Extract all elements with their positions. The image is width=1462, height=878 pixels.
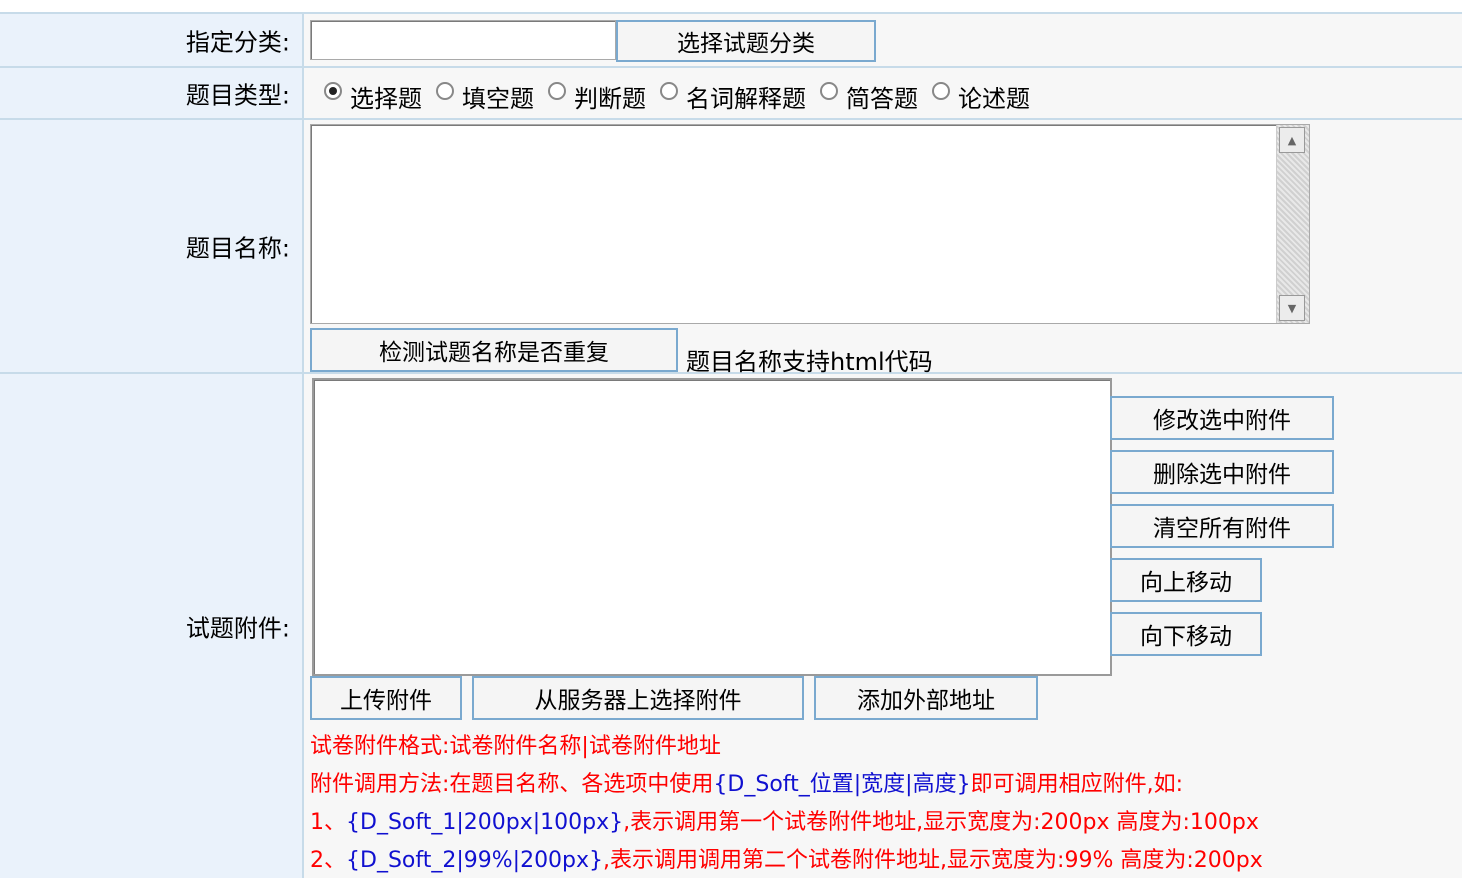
radio-short-answer-dot[interactable] xyxy=(820,82,838,100)
upload-attachment-button[interactable]: 上传附件 xyxy=(310,676,462,720)
type-radio-group: 选择题 填空题 判断题 名词解释题 简答题 论述题 xyxy=(324,68,1044,118)
type-label-cell: 题目类型: xyxy=(0,68,304,118)
attachments-label-cell: 试题附件: xyxy=(0,374,304,878)
category-value-cell: 选择试题分类 xyxy=(304,14,1462,66)
attachments-listbox[interactable] xyxy=(312,378,1112,676)
title-html-hint: 题目名称支持html代码 xyxy=(686,348,933,376)
attachment-example-1: 1、{D_Soft_1|200px|100px},表示调用第一个试卷附件地址,显… xyxy=(310,804,1259,836)
attachment-format-note: 试卷附件格式:试卷附件名称|试卷附件地址 xyxy=(310,734,721,759)
move-down-button[interactable]: 向下移动 xyxy=(1110,612,1262,656)
check-duplicate-title-button[interactable]: 检测试题名称是否重复 xyxy=(310,328,678,372)
example-1-desc: ,表示调用第一个试卷附件地址,显示宽度为:200px 高度为:100px xyxy=(623,810,1259,835)
title-label-cell: 题目名称: xyxy=(0,120,304,372)
example-2-syntax: {D_Soft_2|99%|200px} xyxy=(346,848,604,873)
title-label: 题目名称: xyxy=(185,234,290,263)
radio-essay-label: 论述题 xyxy=(958,84,1030,113)
attachment-usage-note: 附件调用方法:在题目名称、各选项中使用{D_Soft_位置|宽度|高度}即可调用… xyxy=(310,766,1183,798)
add-external-address-button[interactable]: 添加外部地址 xyxy=(814,676,1038,720)
row-category: 指定分类: 选择试题分类 xyxy=(0,14,1462,68)
move-up-button[interactable]: 向上移动 xyxy=(1110,558,1262,602)
radio-term-definition-dot[interactable] xyxy=(660,82,678,100)
radio-choice[interactable]: 选择题 xyxy=(324,73,422,114)
radio-short-answer[interactable]: 简答题 xyxy=(820,73,918,114)
title-textarea-scrollbar[interactable]: ▲ ▼ xyxy=(1276,125,1309,323)
example-2-prefix: 2、 xyxy=(310,848,346,873)
row-type: 题目类型: 选择题 填空题 判断题 名词解释题 简答题 论述题 xyxy=(0,68,1462,120)
edit-selected-attachment-button[interactable]: 修改选中附件 xyxy=(1110,396,1334,440)
radio-true-false-label: 判断题 xyxy=(574,84,646,113)
usage-note-syntax: {D_Soft_位置|宽度|高度} xyxy=(713,772,971,797)
row-title: 题目名称: ▲ ▼ 检测试题名称是否重复 题目名称支持html代码 xyxy=(0,120,1462,376)
example-1-syntax: {D_Soft_1|200px|100px} xyxy=(346,810,624,835)
attachment-example-2: 2、{D_Soft_2|99%|200px},表示调用调用第二个试卷附件地址,显… xyxy=(310,842,1263,874)
radio-essay[interactable]: 论述题 xyxy=(932,73,1030,114)
scroll-up-icon[interactable]: ▲ xyxy=(1279,127,1305,153)
radio-true-false[interactable]: 判断题 xyxy=(548,73,646,114)
usage-note-suffix: 即可调用相应附件,如: xyxy=(970,772,1183,797)
example-1-prefix: 1、 xyxy=(310,810,346,835)
delete-selected-attachment-button[interactable]: 删除选中附件 xyxy=(1110,450,1334,494)
radio-fill-blank-dot[interactable] xyxy=(436,82,454,100)
usage-note-text: 附件调用方法:在题目名称、各选项中使用 xyxy=(310,772,714,797)
radio-essay-dot[interactable] xyxy=(932,82,950,100)
radio-fill-blank-label: 填空题 xyxy=(462,84,534,113)
select-category-button[interactable]: 选择试题分类 xyxy=(616,20,876,62)
example-2-desc: ,表示调用调用第二个试卷附件地址,显示宽度为:99% 高度为:200px xyxy=(603,848,1263,873)
scroll-down-icon[interactable]: ▼ xyxy=(1279,295,1305,321)
type-value-cell: 选择题 填空题 判断题 名词解释题 简答题 论述题 xyxy=(304,68,1462,118)
title-value-cell: ▲ ▼ 检测试题名称是否重复 题目名称支持html代码 xyxy=(304,120,1462,376)
radio-choice-label: 选择题 xyxy=(350,84,422,113)
category-input[interactable] xyxy=(310,20,616,60)
radio-fill-blank[interactable]: 填空题 xyxy=(436,73,534,114)
attachments-label: 试题附件: xyxy=(185,614,290,643)
radio-term-definition[interactable]: 名词解释题 xyxy=(660,73,806,114)
question-form: 指定分类: 选择试题分类 题目类型: 选择题 填空题 判断题 名词解释题 简答题… xyxy=(0,12,1462,878)
radio-term-definition-label: 名词解释题 xyxy=(686,84,806,113)
category-label-cell: 指定分类: xyxy=(0,14,304,66)
row-attachments: 试题附件: 修改选中附件 删除选中附件 清空所有附件 向上移动 向下移动 上传附… xyxy=(0,374,1462,878)
select-from-server-button[interactable]: 从服务器上选择附件 xyxy=(472,676,804,720)
type-label: 题目类型: xyxy=(185,81,290,110)
radio-short-answer-label: 简答题 xyxy=(846,84,918,113)
clear-all-attachments-button[interactable]: 清空所有附件 xyxy=(1110,504,1334,548)
attachments-value-cell: 修改选中附件 删除选中附件 清空所有附件 向上移动 向下移动 上传附件 从服务器… xyxy=(304,374,1462,878)
radio-true-false-dot[interactable] xyxy=(548,82,566,100)
radio-choice-dot[interactable] xyxy=(324,82,342,100)
title-textarea[interactable]: ▲ ▼ xyxy=(310,124,1310,324)
category-label: 指定分类: xyxy=(185,28,290,57)
